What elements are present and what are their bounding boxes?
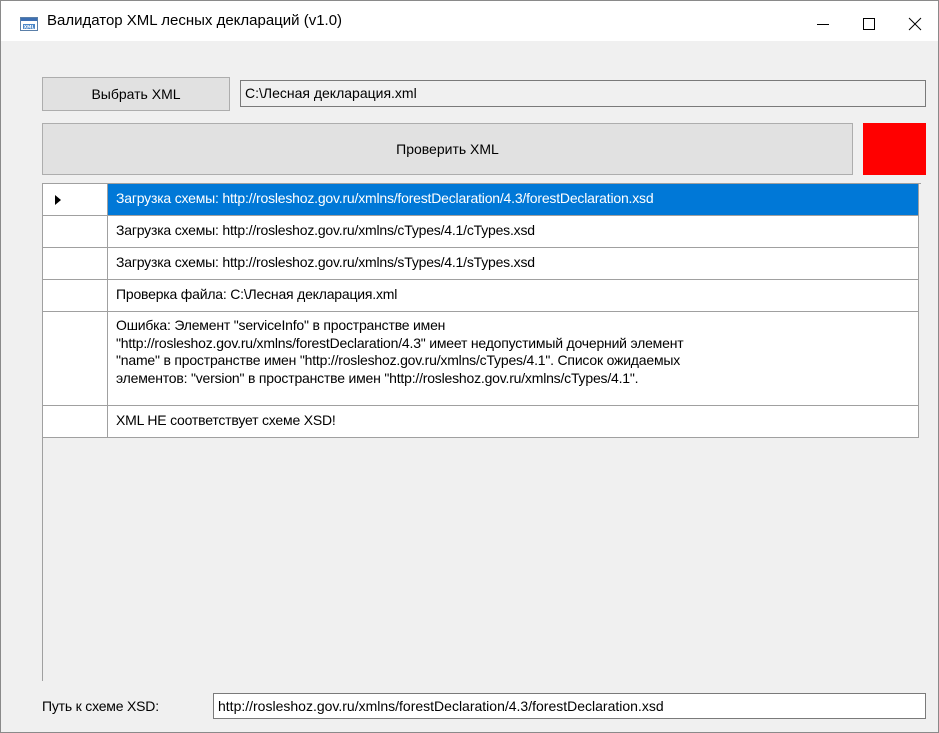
log-row[interactable]: Загрузка схемы: http://rosleshoz.gov.ru/…: [43, 248, 919, 280]
minimize-button[interactable]: [800, 1, 846, 41]
log-row[interactable]: Загрузка схемы: http://rosleshoz.gov.ru/…: [43, 216, 919, 248]
row-header[interactable]: [43, 312, 108, 406]
log-row[interactable]: Ошибка: Элемент "serviceInfo" в простран…: [43, 312, 919, 406]
log-cell[interactable]: Загрузка схемы: http://rosleshoz.gov.ru/…: [108, 248, 919, 280]
validation-status-indicator: [863, 123, 926, 175]
close-button[interactable]: [892, 1, 938, 41]
select-xml-button[interactable]: Выбрать XML: [42, 77, 230, 111]
log-row[interactable]: Проверка файла: C:\Лесная декларация.xml: [43, 280, 919, 312]
app-window: XML Валидатор XML лесных деклараций (v1.…: [0, 0, 939, 733]
minimize-icon: [817, 24, 829, 25]
maximize-button[interactable]: [846, 1, 892, 41]
window-title: Валидатор XML лесных деклараций (v1.0): [47, 12, 343, 29]
row-pointer-icon: [55, 195, 61, 205]
log-row[interactable]: XML НЕ соответствует схеме XSD!: [43, 406, 919, 438]
log-cell[interactable]: Ошибка: Элемент "serviceInfo" в простран…: [108, 312, 919, 406]
row-header[interactable]: [43, 184, 108, 216]
log-cell[interactable]: Проверка файла: C:\Лесная декларация.xml: [108, 280, 919, 312]
xsd-path-label: Путь к схеме XSD:: [42, 698, 159, 714]
svg-text:XML: XML: [24, 24, 35, 30]
close-icon: [908, 17, 922, 31]
xml-file-path-field[interactable]: C:\Лесная декларация.xml: [240, 80, 926, 107]
log-row[interactable]: Загрузка схемы: http://rosleshoz.gov.ru/…: [43, 184, 919, 216]
log-cell[interactable]: Загрузка схемы: http://rosleshoz.gov.ru/…: [108, 216, 919, 248]
row-header[interactable]: [43, 248, 108, 280]
validate-xml-button[interactable]: Проверить XML: [42, 123, 853, 175]
xsd-path-field[interactable]: http://rosleshoz.gov.ru/xmlns/forestDecl…: [213, 693, 926, 719]
row-header[interactable]: [43, 406, 108, 438]
log-cell[interactable]: XML НЕ соответствует схеме XSD!: [108, 406, 919, 438]
row-header[interactable]: [43, 280, 108, 312]
log-cell[interactable]: Загрузка схемы: http://rosleshoz.gov.ru/…: [108, 184, 919, 216]
row-header[interactable]: [43, 216, 108, 248]
title-bar[interactable]: XML Валидатор XML лесных деклараций (v1.…: [1, 1, 938, 41]
xml-file-icon: XML: [20, 17, 38, 31]
maximize-icon: [863, 18, 875, 30]
